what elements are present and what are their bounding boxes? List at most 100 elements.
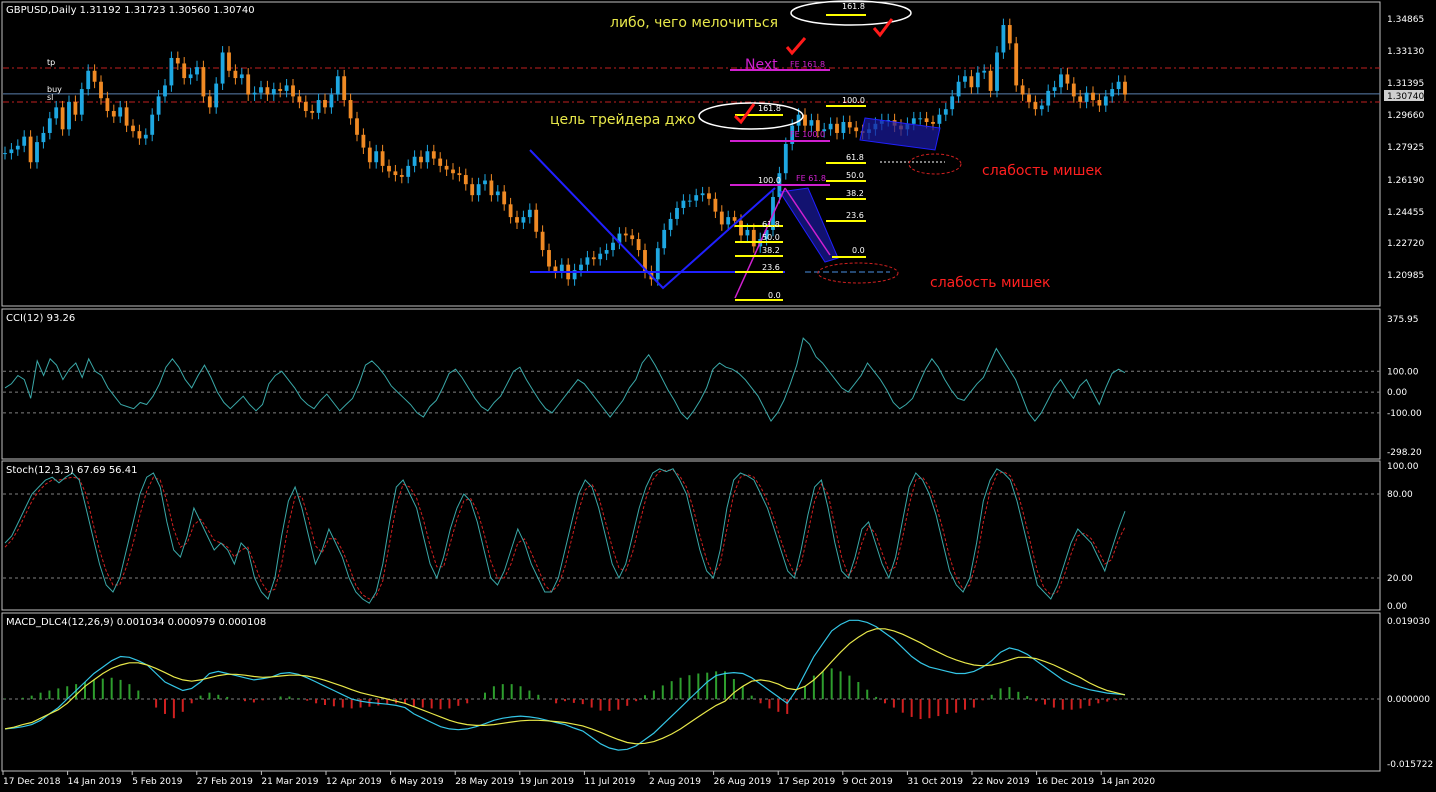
- candle-body: [99, 81, 103, 99]
- time-tick-label: 17 Sep 2019: [778, 777, 835, 787]
- fib2-label-50: 50.0: [846, 171, 864, 180]
- candle-body: [470, 184, 475, 196]
- stoch-panel[interactable]: [3, 468, 1380, 604]
- candle-body: [47, 118, 52, 133]
- main-price-panel[interactable]: [3, 14, 1380, 301]
- stoch-tick-label: 0.00: [1387, 602, 1407, 612]
- annotation-bear-weakness-2: слабость мишек: [930, 275, 1051, 291]
- fib1-label-61: 61.8: [762, 220, 780, 229]
- candle-body: [1046, 90, 1051, 106]
- candle-body: [489, 180, 494, 196]
- stoch-tick-label: 100.00: [1387, 462, 1419, 472]
- candle-body: [1123, 81, 1127, 95]
- time-tick-label: 31 Oct 2019: [907, 777, 963, 787]
- candle-body: [969, 76, 974, 88]
- candle-body: [361, 134, 366, 148]
- candle-body: [675, 207, 679, 219]
- stoch-tick-label: 20.00: [1387, 574, 1413, 584]
- annotation-bear-weakness-1: слабость мишек: [982, 163, 1103, 179]
- ellipse-weakness-2: [817, 262, 899, 284]
- candle-body: [355, 118, 359, 135]
- price-tick-label: 1.27925: [1387, 143, 1424, 153]
- candle-body: [527, 209, 532, 218]
- macd-tick-label: 0.019030: [1387, 617, 1430, 627]
- candle-body: [713, 198, 718, 212]
- candle-body: [1027, 94, 1031, 102]
- fib2-label-61: 61.8: [846, 153, 864, 162]
- candle-body: [604, 250, 609, 254]
- fib1-label-161: 161.8: [758, 104, 781, 113]
- candle-body: [495, 191, 500, 196]
- candle-body: [841, 121, 846, 133]
- candle-body: [214, 83, 219, 108]
- stoch-title: Stoch(12,3,3) 67.69 56.41: [6, 465, 137, 476]
- candle-body: [265, 87, 270, 95]
- fib1-label-50: 50.0: [762, 233, 780, 242]
- candle-body: [662, 229, 667, 249]
- time-tick-label: 28 May 2019: [455, 777, 514, 787]
- candle-body: [451, 169, 455, 174]
- check-icon-top: [872, 18, 894, 38]
- candle-body: [22, 136, 27, 146]
- candle-body: [169, 57, 174, 86]
- candle-body: [630, 235, 635, 240]
- check-icon-joe: [733, 103, 756, 125]
- candle-body: [847, 121, 852, 128]
- candle-body: [579, 264, 583, 271]
- candle-body: [195, 67, 199, 75]
- candle-body: [92, 70, 97, 82]
- cci-tick-label: 0.00: [1387, 388, 1407, 398]
- candle-body: [1091, 92, 1095, 101]
- candle-body: [86, 70, 91, 90]
- candle-body: [1084, 92, 1089, 102]
- time-tick-label: 2 Aug 2019: [649, 777, 701, 787]
- candle-body: [284, 85, 289, 91]
- candle-body: [995, 52, 999, 91]
- ellipse-weakness-1: [908, 153, 962, 175]
- price-tick-label: 1.22720: [1387, 239, 1424, 249]
- candle-body: [623, 233, 628, 236]
- time-tick-label: 21 Mar 2019: [261, 777, 318, 787]
- candle-body: [175, 57, 180, 64]
- time-tick-label: 19 Jun 2019: [520, 777, 574, 787]
- candle-body: [457, 173, 462, 176]
- candle-body: [220, 52, 225, 84]
- cci-panel[interactable]: [3, 337, 1380, 423]
- candle-body: [163, 85, 167, 97]
- candle-body: [111, 111, 116, 117]
- candle-body: [67, 101, 71, 130]
- candle-body: [540, 231, 545, 251]
- main-panel-border: [1, 1, 1381, 307]
- candle-body: [3, 153, 7, 155]
- time-tick-label: 17 Dec 2018: [3, 777, 61, 787]
- candle-body: [988, 70, 993, 91]
- candle-body: [918, 118, 923, 120]
- candle-body: [303, 101, 308, 112]
- candle-body: [950, 96, 955, 110]
- fib1-label-23: 23.6: [762, 263, 780, 272]
- candle-body: [227, 52, 231, 71]
- candle-body: [476, 184, 481, 196]
- candle-body: [374, 151, 379, 163]
- fe-label-100: FE 100.0: [790, 130, 825, 139]
- candle-body: [726, 217, 731, 225]
- candle-body: [425, 151, 430, 163]
- candle-body: [521, 217, 526, 223]
- macd-panel-border: [1, 612, 1381, 772]
- candle-body: [1007, 25, 1012, 44]
- candle-body: [137, 131, 142, 139]
- trading-chart[interactable]: 1.34865 1.33130 1.31395 1.29660 1.27925 1.261…: [0, 0, 1436, 792]
- macd-panel[interactable]: [3, 619, 1380, 751]
- candle-body: [252, 92, 257, 95]
- candle-body: [393, 171, 398, 176]
- candle-body: [54, 107, 59, 119]
- annotation-next: Next: [745, 57, 778, 73]
- macd-tick-label: -0.015722: [1387, 760, 1433, 770]
- candle-body: [60, 107, 65, 130]
- sl-label: sl: [47, 93, 53, 102]
- candle-body: [15, 145, 20, 150]
- candle-body: [687, 200, 692, 202]
- candle-body: [668, 218, 673, 230]
- candle-body: [1103, 96, 1108, 106]
- candle-body: [406, 165, 411, 177]
